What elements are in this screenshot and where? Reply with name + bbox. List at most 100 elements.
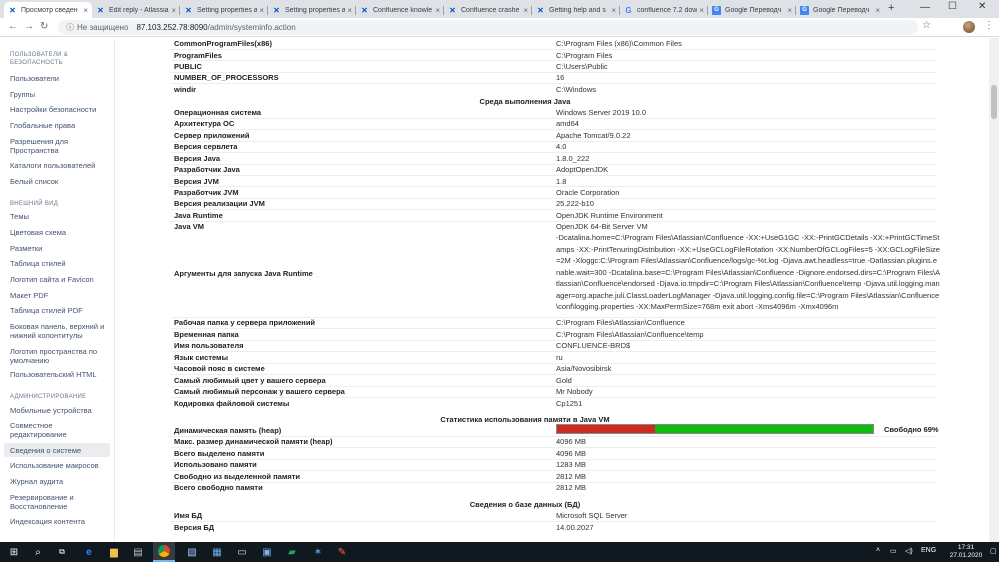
- reload-icon[interactable]: ↻: [40, 21, 48, 32]
- close-tab-icon[interactable]: ×: [435, 6, 440, 15]
- browser-toolbar: ← → ↻ ⓘ Не защищено 87.103.252.78:8090 /…: [0, 18, 999, 37]
- close-tab-icon[interactable]: ×: [171, 6, 176, 15]
- browser-menu-icon[interactable]: ⋮: [984, 20, 994, 31]
- sidebar-item-themes[interactable]: Темы: [10, 212, 110, 221]
- sidebar-item-users[interactable]: Пользователи: [10, 74, 110, 83]
- close-tab-icon[interactable]: ×: [347, 6, 352, 15]
- system-info-content: CommonProgramFiles(x86) C:\Program Files…: [115, 38, 989, 542]
- row-value: 1.8.0_222: [556, 154, 590, 163]
- sidebar-item-collaborative-editing[interactable]: Совместное редактирование: [10, 421, 110, 439]
- browser-tab[interactable]: ✕ Confluence knowle ×: [356, 2, 444, 18]
- windows-start-icon[interactable]: ⊞: [7, 545, 21, 559]
- sidebar-item-mobile[interactable]: Мобильные устройства: [10, 406, 110, 415]
- sidebar-item-pdf-stylesheet[interactable]: Таблица стилей PDF: [10, 306, 110, 315]
- sidebar-item-system-information[interactable]: Сведения о системе: [10, 446, 110, 455]
- sidebar-item-sidebar-header-footer[interactable]: Боковая панель, верхний и нижний колонти…: [10, 322, 110, 340]
- app-icon[interactable]: ✎: [335, 545, 349, 559]
- back-icon[interactable]: ←: [8, 21, 18, 32]
- network-icon[interactable]: ▧: [185, 545, 199, 559]
- terminal-icon[interactable]: ▭: [235, 545, 249, 559]
- row-value: C:\Program Files (x86)\Common Files: [556, 39, 682, 48]
- sidebar-item-stylesheet[interactable]: Таблица стилей: [10, 259, 110, 268]
- browser-tab[interactable]: G Google Переводч ×: [796, 2, 884, 18]
- task-view-icon[interactable]: ⧉: [55, 545, 69, 559]
- close-tab-icon[interactable]: ×: [699, 6, 704, 15]
- sidebar-item-groups[interactable]: Группы: [10, 90, 110, 99]
- clock-date: 27.01.2020: [949, 552, 983, 559]
- internet-explorer-icon[interactable]: e: [82, 545, 96, 559]
- security-label[interactable]: Не защищено: [77, 23, 128, 32]
- sidebar-item-audit-log[interactable]: Журнал аудита: [10, 477, 110, 486]
- sidebar-item-content-indexing[interactable]: Индексация контента: [10, 517, 110, 526]
- sidebar-item-backup-restore[interactable]: Резервирование и Восстановление: [10, 493, 110, 511]
- sidebar-item-whitelist[interactable]: Белый список: [10, 177, 110, 186]
- network-tray-icon[interactable]: ▭: [890, 547, 897, 555]
- sidebar-item-default-space-logo[interactable]: Логотип пространства по умолчанию: [10, 347, 110, 365]
- browser-tab[interactable]: ✕ Setting properties a ×: [180, 2, 268, 18]
- remote-desktop-icon[interactable]: ▦: [210, 545, 224, 559]
- close-tab-icon[interactable]: ×: [83, 6, 88, 15]
- close-tab-icon[interactable]: ×: [875, 6, 880, 15]
- address-bar[interactable]: ⓘ Не защищено 87.103.252.78:8090 /admin/…: [58, 20, 918, 35]
- tray-up-arrow-icon[interactable]: ˄: [876, 547, 880, 554]
- row-key: Версия JVM: [174, 177, 219, 186]
- browser-tab[interactable]: ✕ Просмотр сведен ×: [4, 2, 92, 18]
- close-window-icon[interactable]: ✕: [978, 1, 986, 12]
- warning-icon[interactable]: ⓘ: [66, 22, 74, 33]
- sidebar-item-user-directories[interactable]: Каталоги пользователей: [10, 161, 110, 170]
- avatar[interactable]: [963, 21, 975, 33]
- row-value: C:\Program Files\Atlassian\Confluence\te…: [556, 330, 704, 339]
- row-key: Язык системы: [174, 353, 229, 362]
- sidebar-item-global-permissions[interactable]: Глобальные права: [10, 121, 110, 130]
- sidebar-item-layouts[interactable]: Разметки: [10, 244, 110, 253]
- sidebar-item-site-logo[interactable]: Логотип сайта и Favicon: [10, 275, 110, 284]
- notifications-icon[interactable]: ▢: [990, 547, 997, 555]
- section-title-memory: Статистика использования памяти в Java V…: [440, 415, 610, 424]
- tools-icon[interactable]: ✶: [311, 545, 325, 559]
- clock[interactable]: 17:31 27.01.2020: [946, 544, 986, 560]
- volume-icon[interactable]: ◁): [905, 547, 913, 555]
- close-tab-icon[interactable]: ×: [523, 6, 528, 15]
- browser-tab-strip: ✕ Просмотр сведен × ✕ Edit reply - Atlas…: [0, 0, 999, 18]
- new-tab-icon[interactable]: +: [888, 2, 894, 14]
- browser-tab[interactable]: ✕ Getting help and s ×: [532, 2, 620, 18]
- row-key: Имя БД: [174, 511, 203, 520]
- sidebar-item-custom-html[interactable]: Пользовательский HTML: [10, 370, 110, 379]
- tab-title: confluence 7.2 dow: [637, 6, 698, 14]
- tab-title: Confluence knowle: [373, 6, 433, 14]
- bookmark-star-icon[interactable]: ☆: [922, 20, 931, 31]
- server-manager-icon[interactable]: ▤: [131, 545, 145, 559]
- scrollbar-thumb[interactable]: [991, 85, 997, 119]
- row-key: Самый любимый персонаж у вашего сервера: [174, 387, 345, 396]
- chrome-icon[interactable]: [153, 542, 175, 562]
- maximize-icon[interactable]: ☐: [948, 1, 957, 12]
- clock-time: 17:31: [957, 544, 975, 551]
- sidebar-item-color-scheme[interactable]: Цветовая схема: [10, 228, 110, 237]
- browser-tab[interactable]: ✕ Edit reply - Atlassia ×: [92, 2, 180, 18]
- row-key: windir: [174, 85, 197, 94]
- input-language[interactable]: ENG: [921, 547, 936, 554]
- minimize-icon[interactable]: —: [920, 2, 930, 13]
- page-scrollbar[interactable]: [989, 38, 999, 542]
- row-value: Asia/Novosibirsk: [556, 364, 612, 373]
- browser-tab[interactable]: ✕ Confluence crashe ×: [444, 2, 532, 18]
- search-icon[interactable]: ⌕: [31, 545, 45, 559]
- settings-app-icon[interactable]: ▣: [260, 545, 274, 559]
- row-key: Разработчик Java: [174, 165, 240, 174]
- sidebar-item-macro-usage[interactable]: Использование макросов: [10, 461, 110, 470]
- close-tab-icon[interactable]: ×: [259, 6, 264, 15]
- spreadsheet-icon[interactable]: ▰: [285, 545, 299, 559]
- sidebar-item-security-settings[interactable]: Настройки безопасности: [10, 105, 110, 114]
- row-value: C:\Program Files: [556, 51, 613, 60]
- sidebar-item-pdf-layout[interactable]: Макет PDF: [10, 291, 110, 300]
- forward-icon[interactable]: →: [24, 21, 34, 32]
- close-tab-icon[interactable]: ×: [611, 6, 616, 15]
- close-tab-icon[interactable]: ×: [787, 6, 792, 15]
- browser-tab[interactable]: ✕ Setting properties a ×: [268, 2, 356, 18]
- browser-tab[interactable]: G Google Переводч ×: [708, 2, 796, 18]
- row-value: OpenJDK 64-Bit Server VM: [556, 222, 648, 231]
- file-explorer-icon[interactable]: ▆: [107, 545, 121, 559]
- sidebar-item-space-permissions[interactable]: Разрешения для Пространства: [10, 137, 110, 155]
- browser-tab[interactable]: G confluence 7.2 dow ×: [620, 2, 708, 18]
- row-value: Cp1251: [556, 399, 583, 408]
